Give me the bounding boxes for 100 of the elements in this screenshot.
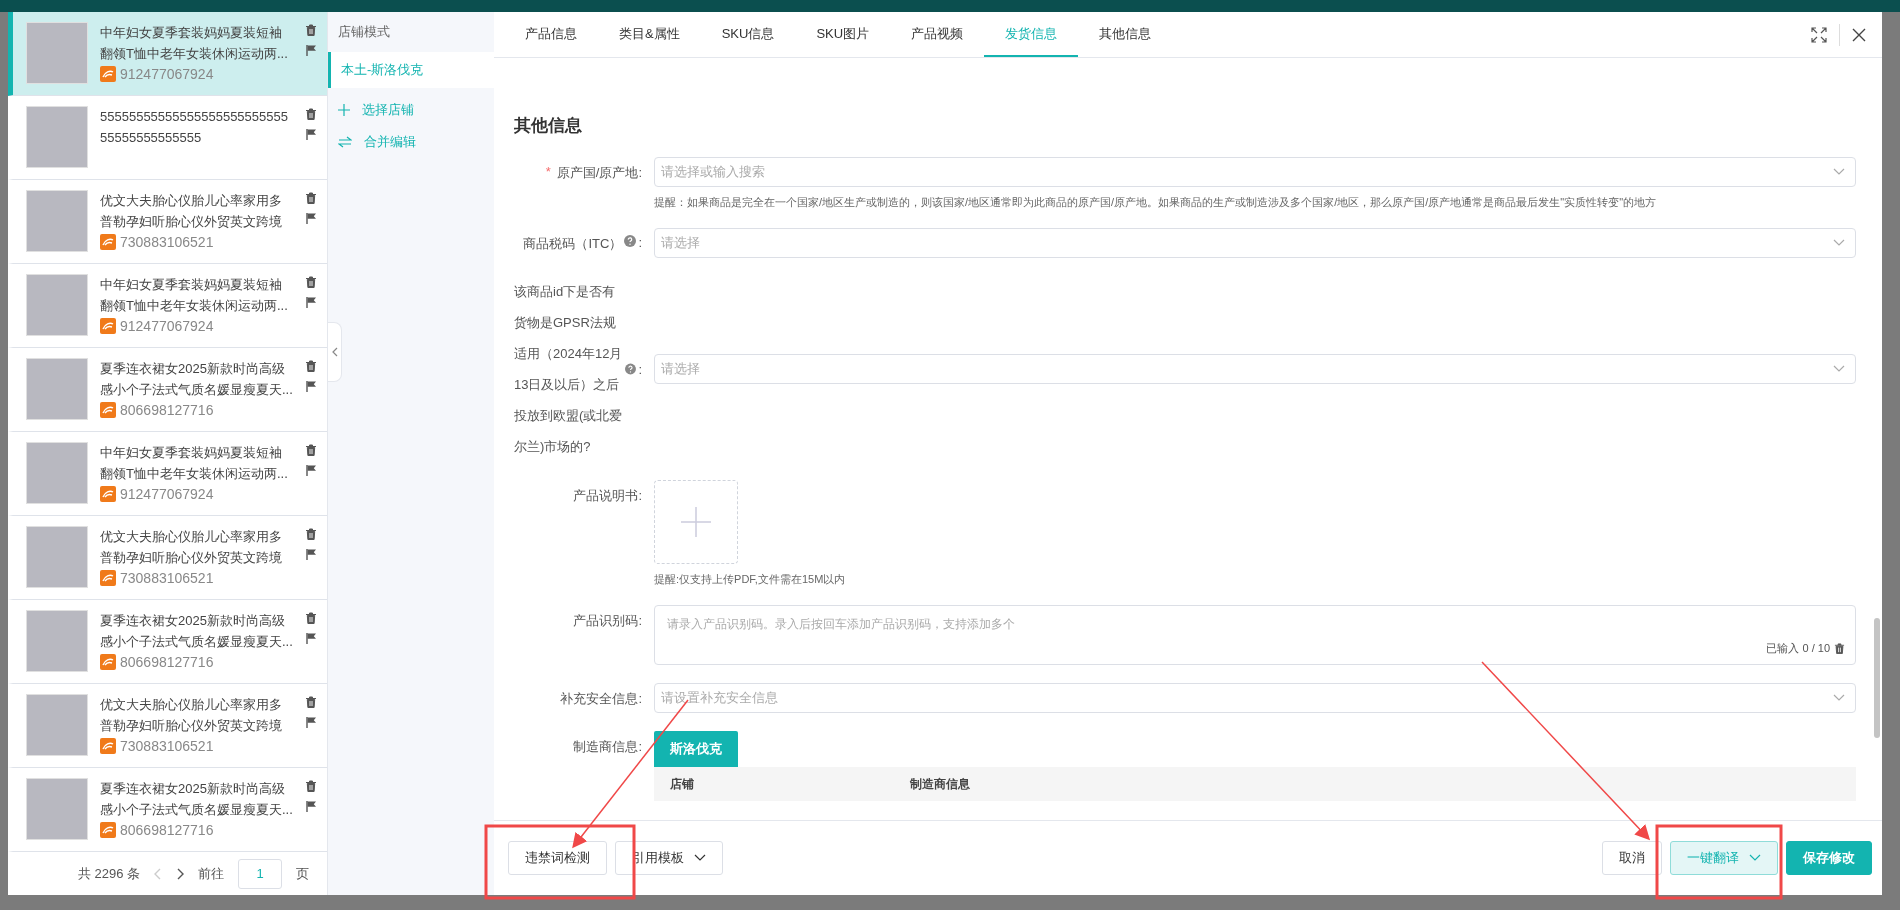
collapse-handle[interactable] [328, 322, 342, 382]
product-title: 优文大夫胎心仪胎儿心率家用多普勒孕妇听胎心仪外贸英文跨境 [100, 192, 283, 231]
shop-logo-icon [100, 234, 116, 250]
tab[interactable]: 其他信息 [1078, 12, 1173, 57]
photo-placeholder [26, 526, 88, 588]
swap-icon [338, 136, 352, 148]
flag-icon[interactable] [305, 44, 317, 56]
flag-icon[interactable] [305, 464, 317, 476]
chevron-down-icon [1749, 854, 1761, 862]
close-icon[interactable] [1852, 27, 1866, 42]
tab[interactable]: 类目&属性 [598, 12, 701, 57]
fullscreen-icon[interactable] [1811, 26, 1827, 43]
trash-icon[interactable] [305, 276, 317, 288]
goto-label: 前往 [198, 864, 225, 883]
product-title: 夏季连衣裙女2025新款时尚高级感小个子法式气质名媛显瘦夏天... [100, 780, 293, 819]
scrollbar[interactable] [1874, 618, 1880, 738]
shop-logo-icon [100, 654, 116, 670]
shop-panel-header: 店铺模式 [337, 23, 391, 41]
trash-icon[interactable] [1834, 643, 1845, 654]
product-title: 中年妇女夏季套装妈妈夏装短袖翻领T恤中老年女装休闲运动两... [100, 24, 289, 63]
trash-icon[interactable] [305, 696, 317, 708]
flag-icon[interactable] [305, 800, 317, 812]
char-counter: 已输入 0 / 10 [1766, 641, 1830, 656]
label-colon: : [638, 361, 642, 377]
flag-icon[interactable] [305, 128, 317, 140]
footer-button[interactable]: 取消 [1602, 841, 1662, 875]
photo-placeholder [26, 274, 88, 336]
chevron-down-icon [1833, 239, 1845, 247]
plus-icon [681, 507, 711, 537]
table-header: 店铺 制造商信息 [654, 767, 1856, 801]
chevron-down-icon [1833, 365, 1845, 373]
photo-placeholder [26, 778, 88, 840]
field-label: 商品税码（ITC） [523, 235, 623, 253]
product-title: 优文大夫胎心仪胎儿心率家用多普勒孕妇听胎心仪外贸英文跨境 [100, 696, 283, 735]
product-title: 中年妇女夏季套装妈妈夏装短袖翻领T恤中老年女装休闲运动两... [100, 444, 289, 483]
shop-logo-icon [100, 402, 116, 418]
photo-placeholder [26, 22, 88, 84]
hint-text: 提醒：如果商品是完全在一个国家/地区生产或制造的，则该国家/地区通常即为此商品的原产国/原产地。如果商品的生产或制造涉及多个国家/地区，那么原产国/原产地通常是商品最后发生"实质性转变"的地方 [654, 195, 1658, 210]
field-label: 补充安全信息: [560, 690, 642, 708]
shop-logo-icon [100, 738, 116, 754]
shop-logo-icon [100, 318, 116, 334]
product-id: 730883106521 [120, 570, 214, 586]
product-id: 912477067924 [120, 66, 214, 82]
required-mark: * [545, 164, 551, 179]
textarea-field[interactable]: 请录入产品识别码。录入后按回车添加产品识别码，支持添加多个 已输入 0 / 10 [654, 605, 1856, 665]
footer-button[interactable]: 违禁词检测 [508, 841, 607, 875]
product-title: 5555555555555555555555555555555555555555 [100, 108, 289, 147]
product-id: 806698127716 [120, 822, 214, 838]
help-icon [624, 235, 637, 247]
photo-placeholder [26, 190, 88, 252]
product-id: 730883106521 [120, 234, 214, 250]
photo-placeholder [26, 358, 88, 420]
flag-icon[interactable] [305, 716, 317, 728]
trash-icon[interactable] [305, 360, 317, 372]
shop-logo-icon [100, 570, 116, 586]
chevron-down-icon [1833, 694, 1845, 702]
section-title: 其他信息 [514, 115, 583, 137]
photo-placeholder [26, 694, 88, 756]
product-id: 730883106521 [120, 738, 214, 754]
product-title: 中年妇女夏季套装妈妈夏装短袖翻领T恤中老年女装休闲运动两... [100, 276, 289, 315]
product-title: 夏季连衣裙女2025新款时尚高级感小个子法式气质名媛显瘦夏天... [100, 612, 293, 651]
product-title: 优文大夫胎心仪胎儿心率家用多普勒孕妇听胎心仪外贸英文跨境 [100, 528, 283, 567]
field-label: 制造商信息: [573, 738, 642, 756]
product-id: 912477067924 [120, 486, 214, 502]
next-page-button[interactable] [176, 867, 185, 880]
trash-icon[interactable] [305, 612, 317, 624]
field-label: 该商品id下是否有货物是GPSR法规适用（2024年12月13日及以后）之后投放到欧盟(或北爱尔兰)市场的? [514, 283, 624, 456]
tab[interactable]: 产品视频 [890, 12, 985, 57]
flag-icon[interactable] [305, 296, 317, 308]
flag-icon[interactable] [305, 632, 317, 644]
trash-icon[interactable] [305, 780, 317, 792]
tab[interactable]: SKU图片 [795, 12, 891, 57]
flag-icon[interactable] [305, 548, 317, 560]
help-icon [625, 363, 637, 375]
photo-placeholder [26, 610, 88, 672]
product-list-item[interactable]: 中年妇女夏季套装妈妈夏装短袖翻领T恤中老年女装休闲运动两... 912477067924 [8, 12, 327, 96]
plus-icon [338, 104, 350, 116]
photo-placeholder [26, 442, 88, 504]
flag-icon[interactable] [305, 380, 317, 392]
shop-logo-icon [100, 486, 116, 502]
shop-logo-icon [100, 66, 116, 82]
chevron-down-icon [1833, 168, 1845, 176]
total-count: 共 2296 条 [78, 864, 141, 883]
trash-icon[interactable] [305, 108, 317, 120]
tab[interactable]: SKU信息 [700, 12, 796, 57]
hint-text: 提醒:仅支持上传PDF,文件需在15M以内 [654, 572, 847, 587]
product-id: 806698127716 [120, 402, 214, 418]
chevron-down-icon [694, 854, 706, 862]
trash-icon[interactable] [305, 444, 317, 456]
product-title: 夏季连衣裙女2025新款时尚高级感小个子法式气质名媛显瘦夏天... [100, 360, 293, 399]
field-label: 产品识别码: [573, 612, 642, 630]
label-colon: : [638, 235, 642, 250]
field-label: 产品说明书: [573, 487, 642, 505]
trash-icon[interactable] [305, 192, 317, 204]
trash-icon[interactable] [305, 24, 317, 36]
field-label: 原产国/原产地: [556, 164, 642, 182]
page-unit: 页 [296, 864, 310, 883]
trash-icon[interactable] [305, 528, 317, 540]
flag-icon[interactable] [305, 212, 317, 224]
tab[interactable]: 产品信息 [504, 12, 598, 57]
